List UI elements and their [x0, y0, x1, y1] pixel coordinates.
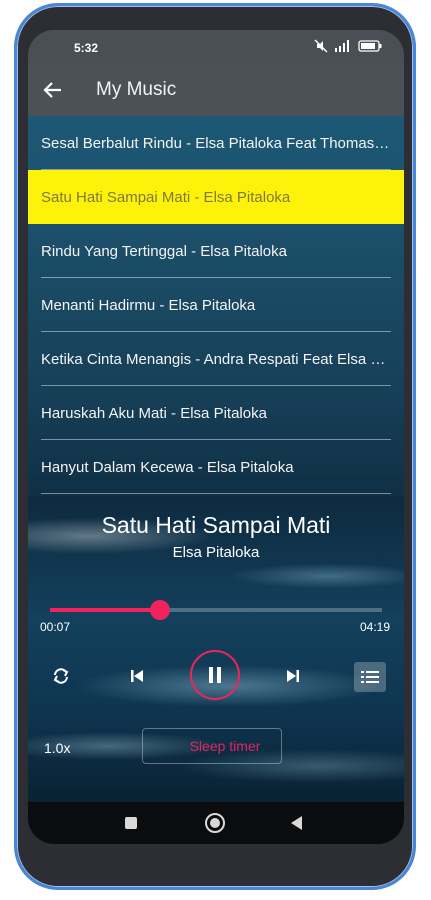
song-item[interactable]: Haruskah Aku Mati - Elsa Pitaloka [28, 386, 404, 440]
playlist-icon [361, 671, 379, 683]
recents-button[interactable] [120, 812, 142, 834]
status-bar: 5:32 [28, 30, 404, 64]
repeat-icon [53, 668, 69, 684]
moon-icon [166, 738, 175, 754]
battery-icon [358, 40, 382, 52]
song-title: Menanti Hadirmu - Elsa Pitaloka [41, 296, 256, 314]
song-title: Haruskah Aku Mati - Elsa Pitaloka [41, 404, 267, 422]
song-item[interactable]: Hanyut Dalam Kecewa - Elsa Pitaloka [28, 440, 404, 494]
song-title: Ketika Cinta Menangis - Andra Respati Fe… [41, 350, 391, 368]
total-time: 04:19 [359, 620, 390, 634]
square-icon [125, 817, 137, 829]
signal-icon [335, 40, 349, 52]
home-circle-icon [205, 813, 225, 833]
song-item[interactable]: Menanti Hadirmu - Elsa Pitaloka [28, 278, 404, 332]
repeat-button[interactable] [41, 656, 81, 696]
song-title: Rindu Yang Tertinggal - Elsa Pitaloka [41, 242, 287, 260]
playback-speed[interactable]: 1.0x [44, 740, 70, 756]
player-panel: Satu Hati Sampai Mati Elsa Pitaloka 00:0… [28, 496, 404, 844]
skip-next-icon [287, 670, 299, 682]
next-button[interactable] [273, 656, 313, 696]
triangle-back-icon [291, 816, 302, 830]
now-playing-title: Satu Hati Sampai Mati [101, 512, 331, 538]
elapsed-time: 00:07 [40, 620, 71, 634]
song-item[interactable]: Sesal Berbalut Rindu - Elsa Pitaloka Fea… [28, 116, 404, 170]
mute-icon [314, 39, 328, 53]
back-button[interactable] [286, 812, 308, 834]
home-button[interactable] [204, 812, 226, 834]
skip-previous-icon [131, 670, 143, 682]
seek-bar[interactable] [50, 600, 382, 620]
status-icons [314, 39, 382, 53]
sleep-timer-button[interactable]: Sleep timer [142, 728, 282, 764]
song-title: Sesal Berbalut Rindu - Elsa Pitaloka Fea… [41, 134, 391, 152]
seek-bar-progress [50, 608, 160, 612]
previous-button[interactable] [117, 656, 157, 696]
back-arrow-icon[interactable] [40, 77, 66, 103]
seek-bar-thumb[interactable] [149, 600, 170, 620]
song-title: Satu Hati Sampai Mati - Elsa Pitaloka [41, 188, 291, 206]
app-bar: My Music [28, 64, 404, 116]
song-item-active[interactable]: Satu Hati Sampai Mati - Elsa Pitaloka [28, 170, 404, 224]
song-item[interactable]: Ketika Cinta Menangis - Andra Respati Fe… [28, 332, 404, 386]
song-title: Hanyut Dalam Kecewa - Elsa Pitaloka [41, 458, 294, 476]
page-title: My Music [96, 79, 177, 100]
playlist-button[interactable] [354, 662, 386, 692]
now-playing-artist: Elsa Pitaloka [172, 544, 260, 561]
song-list: Sesal Berbalut Rindu - Elsa Pitaloka Fea… [28, 116, 404, 494]
sleep-timer-label: Sleep timer [189, 738, 261, 754]
song-item[interactable]: Rindu Yang Tertinggal - Elsa Pitaloka [28, 224, 404, 278]
pause-icon [209, 667, 221, 683]
play-pause-button[interactable] [190, 650, 240, 700]
status-time: 5:32 [74, 41, 99, 55]
system-nav-bar [28, 802, 404, 844]
screen: 5:32 My Music Sesal Berbalut Rindu - Els… [28, 30, 404, 844]
